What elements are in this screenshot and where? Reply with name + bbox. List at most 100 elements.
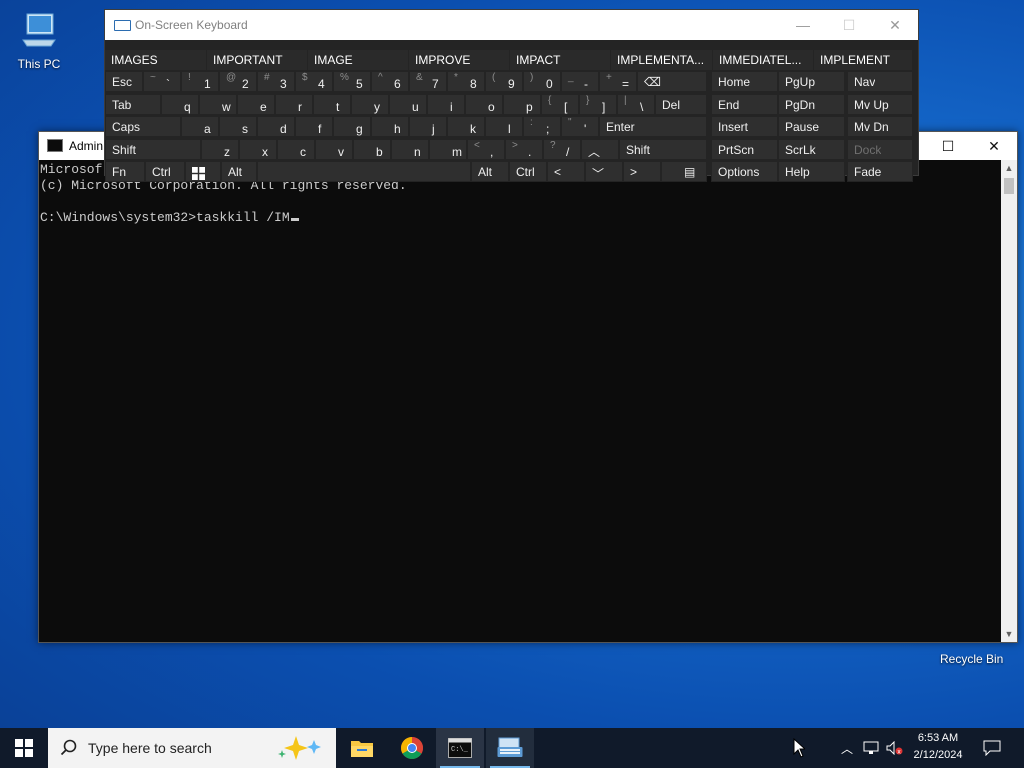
minimize-icon[interactable]: — [780, 10, 826, 40]
osk-taskbar-button[interactable] [486, 728, 534, 768]
key[interactable]: b [353, 139, 391, 160]
key[interactable]: l [485, 116, 523, 137]
maximize-icon[interactable]: ☐ [925, 132, 971, 160]
key-arrow-right[interactable]: > [623, 161, 661, 182]
key[interactable]: ) 0 [523, 71, 561, 92]
prediction-item[interactable]: IMPACT [510, 50, 611, 70]
key[interactable]: k [447, 116, 485, 137]
key-tab[interactable]: Tab [105, 94, 161, 115]
key[interactable]: o [465, 94, 503, 115]
cmd-taskbar-button[interactable]: C:\_ [436, 728, 484, 768]
key-pgdn[interactable]: PgDn [778, 94, 845, 115]
key-end[interactable]: End [711, 94, 778, 115]
key[interactable]: + = [599, 71, 637, 92]
prediction-item[interactable]: IMPLEMENT [814, 50, 913, 70]
key-mvup[interactable]: Mv Up [847, 94, 913, 115]
key[interactable]: :; [523, 116, 561, 137]
key-esc[interactable]: Esc [105, 71, 143, 92]
chrome-button[interactable] [388, 728, 436, 768]
key[interactable]: p [503, 94, 541, 115]
key[interactable]: & 7 [409, 71, 447, 92]
key-insert[interactable]: Insert [711, 116, 778, 137]
key-fn[interactable]: Fn [105, 161, 145, 182]
key[interactable]: n [391, 139, 429, 160]
key-prtscn[interactable]: PrtScn [711, 139, 778, 160]
key-ctrl-right[interactable]: Ctrl [509, 161, 547, 182]
console-output[interactable]: Microsof (c) Microsoft Corporation. All r… [39, 160, 1001, 642]
key-enter[interactable]: Enter [599, 116, 707, 137]
key[interactable]: h [371, 116, 409, 137]
key[interactable]: d [257, 116, 295, 137]
prediction-item[interactable]: IMAGES [105, 50, 207, 70]
key[interactable]: v [315, 139, 353, 160]
desktop-icon-recycle-bin[interactable]: Recycle Bin [940, 652, 1003, 666]
key[interactable]: e [237, 94, 275, 115]
key[interactable]: s [219, 116, 257, 137]
file-explorer-button[interactable] [338, 728, 386, 768]
key-scrlk[interactable]: ScrLk [778, 139, 845, 160]
key[interactable]: t [313, 94, 351, 115]
key[interactable]: }] [579, 94, 617, 115]
key-ctrl[interactable]: Ctrl [145, 161, 185, 182]
console-window[interactable]: Admin ☐ ✕ Microsof (c) Microsoft Corporat… [38, 131, 1018, 643]
key[interactable]: m [429, 139, 467, 160]
scroll-thumb[interactable] [1004, 178, 1014, 194]
key-nav[interactable]: Nav [847, 71, 913, 92]
key-dock[interactable]: Dock [847, 139, 913, 160]
key[interactable]: ? / [543, 139, 581, 160]
scroll-down-icon[interactable]: ▼ [1001, 626, 1017, 642]
key-windows[interactable] [185, 161, 221, 182]
key[interactable]: >. [505, 139, 543, 160]
close-icon[interactable]: ✕ [971, 132, 1017, 160]
prediction-item[interactable]: IMPLEMENTA... [611, 50, 713, 70]
key-arrow-left[interactable]: < [547, 161, 585, 182]
key[interactable]: (9 [485, 71, 523, 92]
key-shift-right[interactable]: Shift [619, 139, 707, 160]
key[interactable]: j [409, 116, 447, 137]
notification-icon[interactable] [978, 728, 1006, 768]
prediction-item[interactable]: IMMEDIATEL... [713, 50, 814, 70]
key[interactable]: r [275, 94, 313, 115]
key-del[interactable]: Del [655, 94, 707, 115]
key-alt[interactable]: Alt [221, 161, 257, 182]
key-home[interactable]: Home [711, 71, 778, 92]
key[interactable]: i [427, 94, 465, 115]
prediction-item[interactable]: IMPROVE [409, 50, 510, 70]
taskbar-search[interactable]: Type here to search [48, 728, 336, 768]
key-pgup[interactable]: PgUp [778, 71, 845, 92]
key[interactable]: * 8 [447, 71, 485, 92]
key[interactable]: #3 [257, 71, 295, 92]
key[interactable]: x [239, 139, 277, 160]
key-alt-right[interactable]: Alt [471, 161, 509, 182]
prediction-item[interactable]: IMAGE [308, 50, 409, 70]
key[interactable]: g [333, 116, 371, 137]
volume-muted-icon[interactable]: x [884, 728, 906, 768]
key-shift[interactable]: Shift [105, 139, 201, 160]
key-backspace[interactable]: ⌫ [637, 71, 707, 92]
key[interactable]: u [389, 94, 427, 115]
osk-titlebar[interactable]: On-Screen Keyboard — ☐ ✕ [105, 10, 918, 40]
close-icon[interactable]: ✕ [872, 10, 918, 40]
chevron-up-icon[interactable]: ︿ [836, 728, 858, 768]
key[interactable]: ^ 6 [371, 71, 409, 92]
key-arrow-down[interactable]: ﹀ [585, 161, 623, 182]
key[interactable]: f [295, 116, 333, 137]
on-screen-keyboard[interactable]: On-Screen Keyboard — ☐ ✕ IMAGES IMPORTANT… [104, 9, 919, 182]
maximize-icon[interactable]: ☐ [826, 10, 872, 40]
key[interactable]: % 5 [333, 71, 371, 92]
key[interactable]: y [351, 94, 389, 115]
key-pause[interactable]: Pause [778, 116, 845, 137]
key[interactable]: c [277, 139, 315, 160]
network-icon[interactable] [860, 728, 882, 768]
prediction-item[interactable]: IMPORTANT [207, 50, 308, 70]
key[interactable]: | \ [617, 94, 655, 115]
console-scrollbar[interactable]: ▲ ▼ [1001, 160, 1017, 642]
key[interactable]: ~ ` [143, 71, 181, 92]
key-help[interactable]: Help [778, 161, 845, 182]
key[interactable]: a [181, 116, 219, 137]
key-options[interactable]: Options [711, 161, 778, 182]
key-caps[interactable]: Caps [105, 116, 181, 137]
start-button[interactable] [0, 728, 48, 768]
clock-date[interactable]: 2/12/2024 [908, 749, 968, 761]
key[interactable]: <, [467, 139, 505, 160]
